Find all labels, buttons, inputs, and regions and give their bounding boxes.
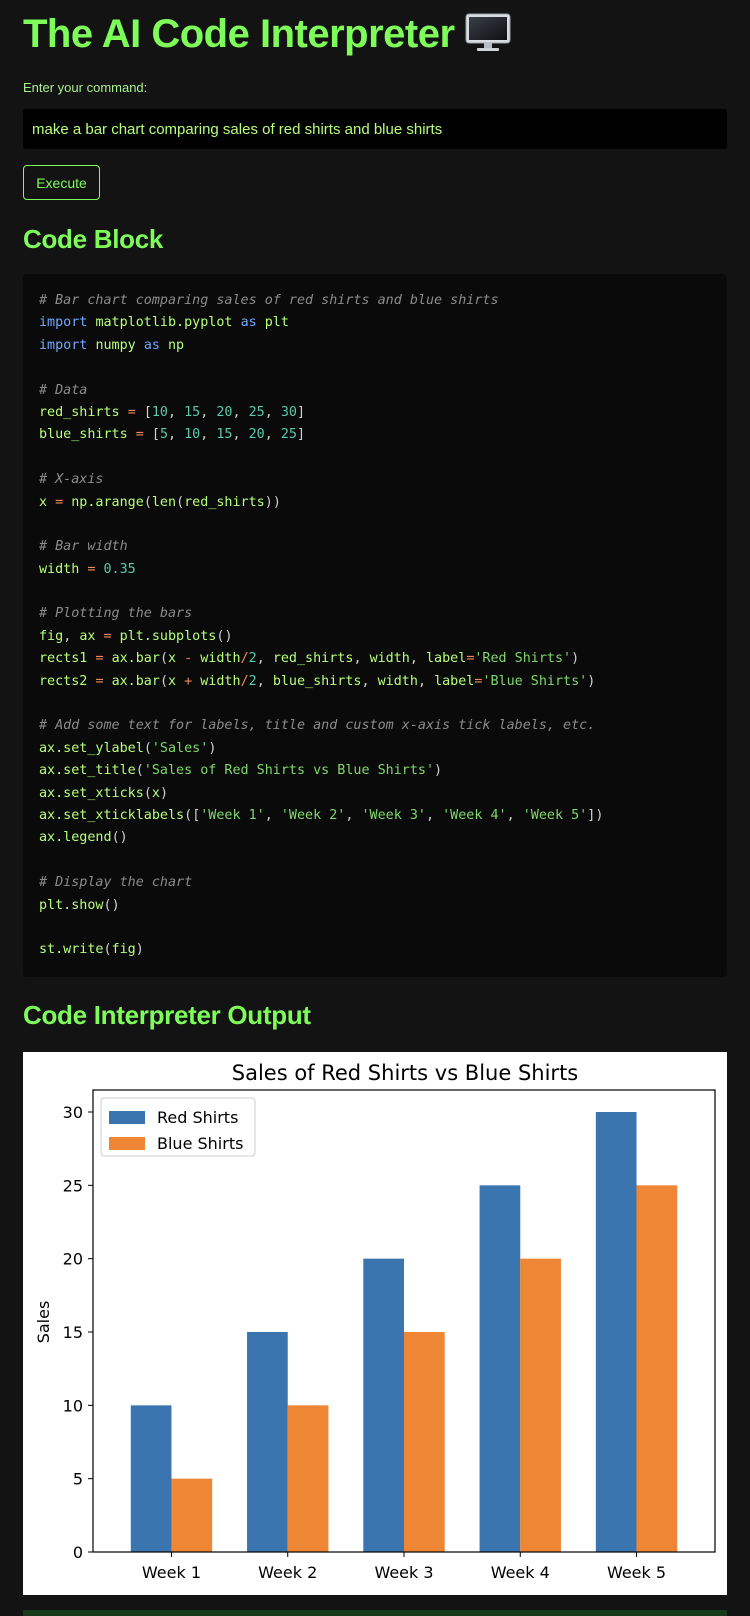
code-line: ax.set_title('Sales of Red Shirts vs Blu… bbox=[39, 763, 443, 779]
x-tick-label: Week 1 bbox=[142, 1563, 201, 1582]
code-line: ​ bbox=[39, 693, 711, 715]
code-line: ​ bbox=[39, 850, 711, 872]
bar-blue-shirts bbox=[404, 1332, 445, 1552]
command-input[interactable] bbox=[23, 109, 727, 149]
y-tick-label: 15 bbox=[63, 1323, 83, 1342]
code-line: # Bar width bbox=[39, 539, 128, 555]
y-tick-label: 20 bbox=[63, 1250, 83, 1269]
code-line: rects2 = ax.bar(x + width/2, blue_shirts… bbox=[39, 673, 596, 689]
code-line: x = np.arange(len(red_shirts)) bbox=[39, 494, 281, 510]
y-axis-label: Sales bbox=[34, 1301, 53, 1344]
code-line: ​ bbox=[39, 514, 711, 536]
bar-blue-shirts bbox=[287, 1405, 329, 1552]
output-heading: Code Interpreter Output bbox=[23, 1000, 311, 1030]
chart-container: Sales of Red Shirts vs Blue Shirts Sales… bbox=[23, 1052, 727, 1595]
code-line: ​ bbox=[39, 917, 711, 939]
x-tick-label: Week 5 bbox=[607, 1563, 666, 1582]
x-tick-label: Week 4 bbox=[491, 1563, 550, 1582]
code-line: ​ bbox=[39, 581, 711, 603]
execute-button[interactable]: Execute bbox=[23, 165, 100, 200]
code-line: ax.set_xticklabels(['Week 1', 'Week 2', … bbox=[39, 807, 604, 823]
code-line: rects1 = ax.bar(x - width/2, red_shirts,… bbox=[39, 651, 580, 667]
bar-blue-shirts bbox=[636, 1185, 678, 1552]
code-line: st.write(fig) bbox=[39, 942, 144, 958]
x-tick-label: Week 3 bbox=[374, 1563, 433, 1582]
bar-blue-shirts bbox=[520, 1258, 561, 1552]
legend-label: Blue Shirts bbox=[157, 1134, 243, 1153]
code-block-heading: Code Block bbox=[23, 224, 164, 254]
code-line: fig, ax = plt.subplots() bbox=[39, 628, 233, 644]
code-line: ax.set_xticks(x) bbox=[39, 785, 168, 801]
page-title: The AI Code Interpreter bbox=[23, 8, 511, 66]
page-title-text: The AI Code Interpreter bbox=[23, 12, 455, 56]
bar-red-shirts bbox=[247, 1332, 288, 1552]
code-line: import numpy as np bbox=[39, 337, 185, 353]
code-block: # Bar chart comparing sales of red shirt… bbox=[23, 274, 727, 977]
code-line: # Plotting the bars bbox=[39, 606, 193, 622]
bar-chart: Sales of Red Shirts vs Blue Shirts Sales… bbox=[34, 1061, 716, 1582]
code-line: import matplotlib.pyplot as plt bbox=[39, 315, 289, 331]
code-line: # X-axis bbox=[39, 472, 104, 488]
code-line: # Display the chart bbox=[39, 875, 193, 891]
y-tick-label: 5 bbox=[73, 1470, 83, 1489]
code-line: red_shirts = [10, 15, 20, 25, 30] bbox=[39, 404, 306, 420]
y-tick-label: 10 bbox=[63, 1396, 83, 1415]
chart-legend: Red Shirts Blue Shirts bbox=[100, 1097, 256, 1157]
legend-swatch bbox=[109, 1137, 145, 1150]
code-line: ​ bbox=[39, 357, 711, 379]
code-line: ax.set_ylabel('Sales') bbox=[39, 740, 217, 756]
bar-red-shirts bbox=[363, 1258, 404, 1552]
status-strip bbox=[23, 1610, 727, 1616]
y-tick-label: 30 bbox=[63, 1103, 83, 1122]
code-line: plt.show() bbox=[39, 897, 120, 913]
code-line: # Add some text for labels, title and cu… bbox=[39, 718, 596, 734]
code-line: ​ bbox=[39, 447, 711, 469]
code-line: width = 0.35 bbox=[39, 561, 136, 577]
y-tick-label: 0 bbox=[73, 1543, 83, 1562]
bar-red-shirts bbox=[595, 1112, 637, 1552]
x-tick-label: Week 2 bbox=[258, 1563, 317, 1582]
bars-layer bbox=[130, 1112, 678, 1552]
bar-red-shirts bbox=[130, 1405, 172, 1552]
bar-blue-shirts bbox=[171, 1478, 213, 1552]
bar-red-shirts bbox=[479, 1185, 521, 1552]
code-line: blue_shirts = [5, 10, 15, 20, 25] bbox=[39, 427, 306, 443]
legend-swatch bbox=[109, 1111, 145, 1124]
chart-title: Sales of Red Shirts vs Blue Shirts bbox=[232, 1061, 579, 1085]
legend-label: Red Shirts bbox=[157, 1108, 238, 1127]
code-line: ax.legend() bbox=[39, 830, 128, 846]
desktop-computer-icon bbox=[465, 13, 511, 66]
y-tick-label: 25 bbox=[63, 1176, 83, 1195]
code-line: # Data bbox=[39, 382, 88, 398]
code-line: # Bar chart comparing sales of red shirt… bbox=[39, 293, 499, 308]
command-label: Enter your command: bbox=[23, 80, 148, 95]
